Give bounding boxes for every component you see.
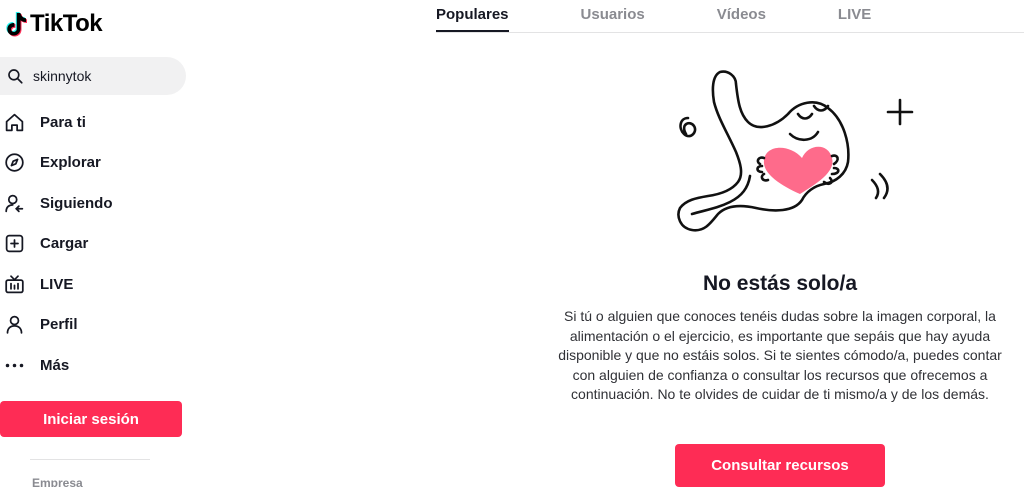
sidebar-item-cargar[interactable]: Cargar — [0, 224, 200, 265]
search-results-tabs: Populares Usuarios Vídeos LIVE — [436, 0, 871, 32]
tiktok-logo[interactable]: TikTok — [4, 10, 103, 38]
home-icon — [5, 113, 24, 131]
search-input[interactable]: skinnytok — [0, 57, 186, 95]
tab-populares[interactable]: Populares — [436, 0, 509, 32]
sidebar-item-label: Explorar — [40, 154, 101, 172]
consult-resources-button[interactable]: Consultar recursos — [675, 444, 885, 487]
sidebar-item-label: Más — [40, 356, 70, 374]
sidebar-item-label: LIVE — [40, 275, 74, 293]
notice-description: Si tú o alguien que conoces tenéis dudas… — [558, 308, 1002, 402]
sidebar-item-label: Siguiendo — [40, 194, 113, 212]
tiktok-wordmark: TikTok — [30, 10, 103, 37]
sidebar-item-explorar[interactable]: Explorar — [0, 143, 200, 184]
sidebar-item-label: Para ti — [40, 113, 86, 131]
sidebar-divider — [30, 459, 150, 460]
notice-title: No estás solo/a — [702, 272, 858, 295]
more-icon — [5, 363, 24, 367]
tab-videos[interactable]: Vídeos — [717, 0, 766, 32]
sidebar: TikTok skinnytok Para ti Explorar Siguie… — [0, 0, 200, 487]
compass-icon — [5, 153, 24, 172]
upload-icon — [5, 235, 24, 253]
tabs-divider — [436, 32, 1024, 33]
sidebar-item-siguiendo[interactable]: Siguiendo — [0, 183, 200, 224]
footer-link-empresa[interactable]: Empresa — [32, 476, 83, 487]
following-icon — [5, 194, 24, 212]
search-icon[interactable] — [6, 67, 24, 85]
sidebar-item-label: Perfil — [40, 316, 78, 334]
tiktok-logo-icon — [6, 12, 28, 37]
tab-usuarios[interactable]: Usuarios — [581, 0, 645, 32]
live-tv-icon — [5, 275, 24, 293]
search-query[interactable]: skinnytok — [33, 68, 91, 84]
login-button[interactable]: Iniciar sesión — [0, 401, 182, 437]
sidebar-item-para-ti[interactable]: Para ti — [0, 102, 200, 143]
sidebar-item-label: Cargar — [40, 235, 89, 253]
sidebar-nav: Para ti Explorar Siguiendo Cargar LIVE P… — [0, 102, 200, 386]
tab-live[interactable]: LIVE — [838, 0, 871, 32]
stomach-hugging-heart-illustration — [677, 70, 914, 232]
sidebar-item-live[interactable]: LIVE — [0, 264, 200, 305]
profile-icon — [6, 316, 23, 334]
sidebar-item-perfil[interactable]: Perfil — [0, 305, 200, 346]
sidebar-item-mas[interactable]: Más — [0, 345, 200, 386]
